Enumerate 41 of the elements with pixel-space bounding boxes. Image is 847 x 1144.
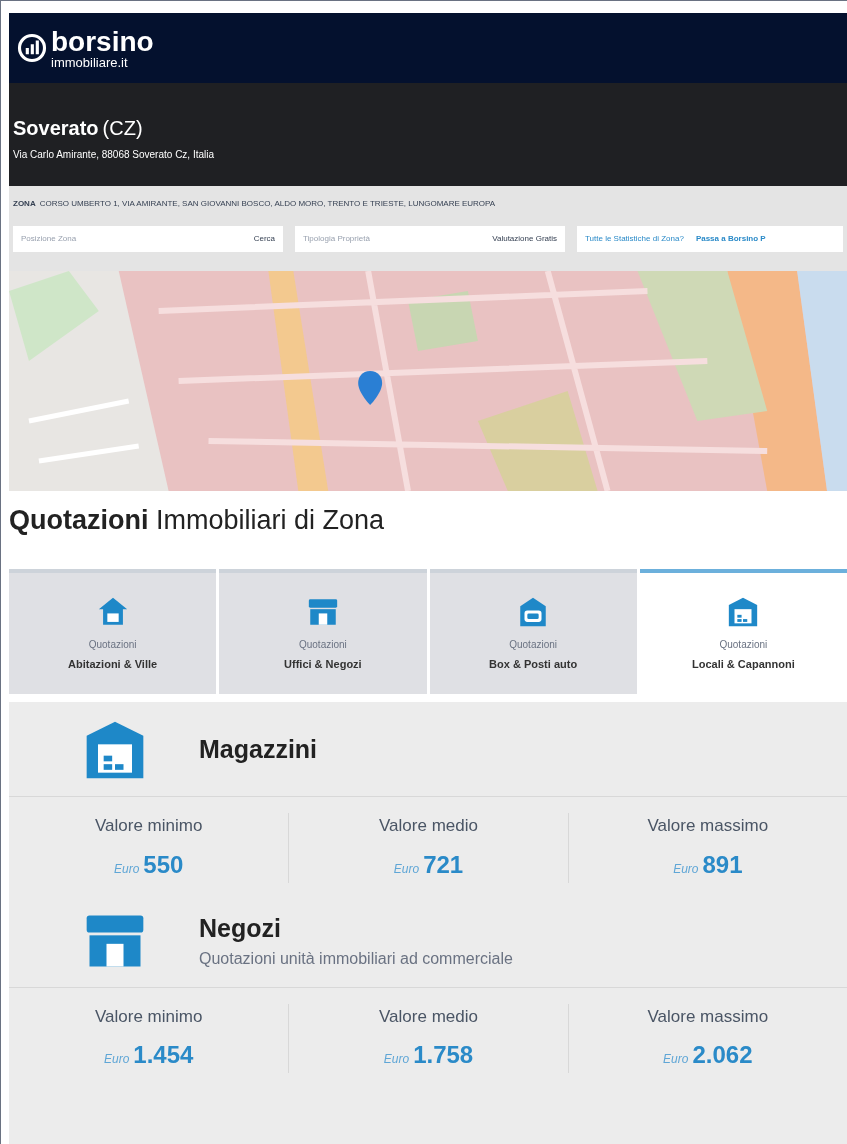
currency-label: Euro [663, 1051, 689, 1068]
value-label: Valore minimo [94, 815, 203, 837]
chart-logo-icon [17, 33, 47, 63]
category-title: Negozi [199, 912, 282, 944]
logo-name[interactable]: borsino [51, 27, 154, 56]
price-value: 1.758 [413, 1040, 474, 1070]
field-placeholder: Posizione Zona [21, 233, 77, 245]
currency-label: Euro [673, 860, 699, 878]
value-label: Valore massimo [647, 815, 769, 837]
currency-label: Euro [113, 860, 140, 878]
zone-streets: CORSO UMBERTO 1, VIA AMIRANTE, SAN GIOVANNI BOSCO, ALDO MORO, TRENTO E TRIESTE, LUNGOMARE EUROPA [39, 198, 496, 210]
category-subtitle: Quotazioni unità immobiliari ad commerciale [199, 949, 513, 970]
logo-domain: immobiliare.it [51, 55, 129, 69]
price-value: 891 [702, 849, 743, 880]
currency-label: Euro [383, 1051, 410, 1068]
value-label: Valore minimo [94, 1005, 203, 1028]
zone-label: ZONA [13, 198, 36, 210]
search-field-button[interactable]: Cerca [253, 233, 275, 245]
price-value: 2.062 [692, 1040, 753, 1070]
switch-link[interactable]: Passa a Borsino P [695, 233, 766, 245]
section-heading: Quotazioni Immobiliari di Zona [9, 503, 386, 537]
stats-link[interactable]: Tutte le Statistiche di Zona? [585, 233, 684, 245]
search-field[interactable]: Tipologia Proprietà Valutazione Gratis [295, 226, 565, 252]
province-code: (CZ) [102, 116, 143, 141]
search-field-button[interactable]: Valutazione Gratis [492, 233, 557, 245]
search-field[interactable]: Posizione Zona Cerca [13, 226, 283, 252]
price-value: 721 [423, 849, 464, 880]
value-label: Valore massimo [647, 1005, 769, 1028]
category-tab[interactable]: Quotazioni Abitazioni & Ville [9, 569, 217, 694]
currency-label: Euro [393, 860, 420, 878]
city-name: Soverato [13, 116, 99, 141]
value-label: Valore medio [379, 815, 478, 837]
category-title: Magazzini [199, 734, 318, 766]
field-placeholder: Tipologia Proprietà [303, 233, 370, 245]
currency-label: Euro [103, 1051, 130, 1068]
price-value: 550 [143, 849, 184, 880]
address-text: Via Carlo Amirante, 88068 Soverato Cz, Italia [13, 148, 216, 162]
category-tab[interactable]: Quotazioni Box & Posti auto [429, 569, 637, 694]
value-label: Valore medio [379, 1005, 478, 1028]
category-tab[interactable]: Quotazioni Uffici & Negozi [219, 569, 427, 694]
price-value: 1.454 [133, 1040, 194, 1070]
